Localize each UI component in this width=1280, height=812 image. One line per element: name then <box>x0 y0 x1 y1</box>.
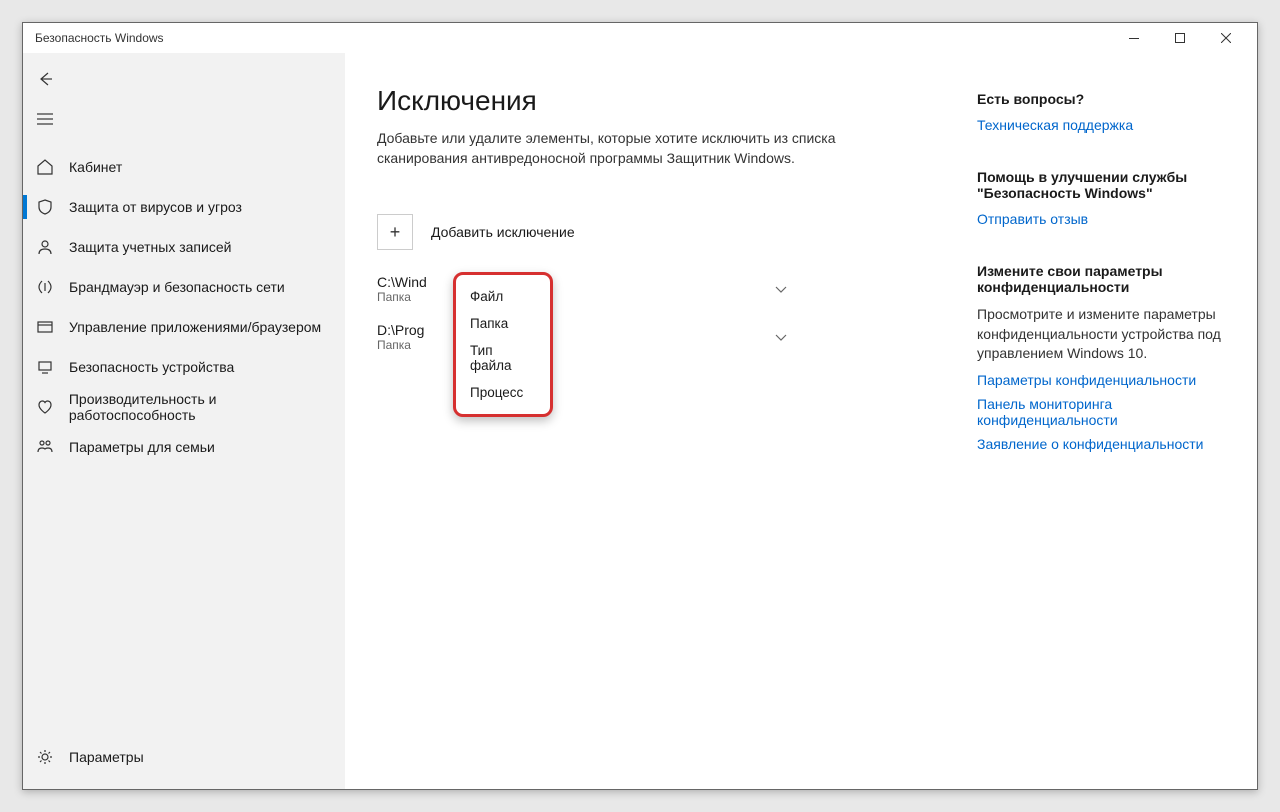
link-privacy-dashboard[interactable]: Панель мониторинга конфиденциальности <box>977 396 1237 428</box>
menu-item-folder[interactable]: Папка <box>456 310 550 337</box>
add-exclusion-menu: Файл Папка Тип файла Процесс <box>453 272 553 417</box>
close-button[interactable] <box>1203 23 1249 53</box>
sidebar-item-label: Защита от вирусов и угроз <box>69 199 242 215</box>
main-panel: Исключения Добавьте или удалите элементы… <box>377 85 937 789</box>
exclusion-item[interactable]: D:\Prog Папка <box>377 316 787 364</box>
menu-item-file[interactable]: Файл <box>456 283 550 310</box>
page-title: Исключения <box>377 85 937 117</box>
aside-heading: Помощь в улучшении службы "Безопасность … <box>977 169 1237 201</box>
aside-section-privacy: Измените свои параметры конфиденциальнос… <box>977 263 1237 452</box>
sidebar-item-family[interactable]: Параметры для семьи <box>23 427 345 467</box>
menu-item-process[interactable]: Процесс <box>456 379 550 406</box>
exclusion-type: Папка <box>377 338 424 352</box>
device-icon <box>35 357 55 377</box>
link-tech-support[interactable]: Техническая поддержка <box>977 117 1237 133</box>
window-title: Безопасность Windows <box>31 31 164 45</box>
aside-heading: Есть вопросы? <box>977 91 1237 107</box>
minimize-button[interactable] <box>1111 23 1157 53</box>
network-icon <box>35 277 55 297</box>
chevron-down-icon <box>775 281 787 297</box>
aside-heading: Измените свои параметры конфиденциальнос… <box>977 263 1237 295</box>
sidebar: Кабинет Защита от вирусов и угроз Защита… <box>23 53 345 789</box>
app-icon <box>35 317 55 337</box>
link-send-feedback[interactable]: Отправить отзыв <box>977 211 1237 227</box>
content-area: Исключения Добавьте или удалите элементы… <box>345 53 1257 789</box>
exclusion-item[interactable]: C:\Wind Папка <box>377 268 787 316</box>
shield-icon <box>35 197 55 217</box>
person-icon <box>35 237 55 257</box>
sidebar-item-virus[interactable]: Защита от вирусов и угроз <box>23 187 345 227</box>
family-icon <box>35 437 55 457</box>
gear-icon <box>35 747 55 767</box>
aside-text: Просмотрите и измените параметры конфиде… <box>977 305 1237 364</box>
aside-panel: Есть вопросы? Техническая поддержка Помо… <box>977 85 1237 789</box>
sidebar-item-label: Управление приложениями/браузером <box>69 319 321 335</box>
plus-icon: + <box>377 214 413 250</box>
home-icon <box>35 157 55 177</box>
sidebar-item-label: Производительность и работоспособность <box>69 391 345 423</box>
window-controls <box>1111 23 1249 53</box>
sidebar-item-firewall[interactable]: Брандмауэр и безопасность сети <box>23 267 345 307</box>
aside-section-help: Есть вопросы? Техническая поддержка <box>977 91 1237 133</box>
sidebar-item-device[interactable]: Безопасность устройства <box>23 347 345 387</box>
app-window: Безопасность Windows <box>22 22 1258 790</box>
chevron-down-icon <box>775 329 787 345</box>
link-privacy-settings[interactable]: Параметры конфиденциальности <box>977 372 1237 388</box>
sidebar-item-label: Брандмауэр и безопасность сети <box>69 279 285 295</box>
add-exclusion-label: Добавить исключение <box>431 224 575 240</box>
sidebar-item-label: Параметры для семьи <box>69 439 215 455</box>
menu-item-file-type[interactable]: Тип файла <box>456 337 550 379</box>
sidebar-item-home[interactable]: Кабинет <box>23 147 345 187</box>
sidebar-item-label: Кабинет <box>69 159 122 175</box>
sidebar-item-app[interactable]: Управление приложениями/браузером <box>23 307 345 347</box>
exclusion-type: Папка <box>377 290 427 304</box>
menu-button[interactable] <box>23 99 67 139</box>
exclusion-path: D:\Prog <box>377 322 424 338</box>
sidebar-item-label: Защита учетных записей <box>69 239 231 255</box>
page-description: Добавьте или удалите элементы, которые х… <box>377 129 847 168</box>
heart-icon <box>35 397 55 417</box>
maximize-button[interactable] <box>1157 23 1203 53</box>
exclusion-path: C:\Wind <box>377 274 427 290</box>
aside-section-feedback: Помощь в улучшении службы "Безопасность … <box>977 169 1237 227</box>
add-exclusion-button[interactable]: + Добавить исключение <box>377 214 937 250</box>
link-privacy-statement[interactable]: Заявление о конфиденциальности <box>977 436 1237 452</box>
sidebar-item-label: Безопасность устройства <box>69 359 234 375</box>
titlebar: Безопасность Windows <box>23 23 1257 53</box>
sidebar-item-label: Параметры <box>69 749 144 765</box>
sidebar-item-performance[interactable]: Производительность и работоспособность <box>23 387 345 427</box>
sidebar-item-account[interactable]: Защита учетных записей <box>23 227 345 267</box>
sidebar-item-settings[interactable]: Параметры <box>23 737 345 777</box>
back-button[interactable] <box>23 59 67 99</box>
